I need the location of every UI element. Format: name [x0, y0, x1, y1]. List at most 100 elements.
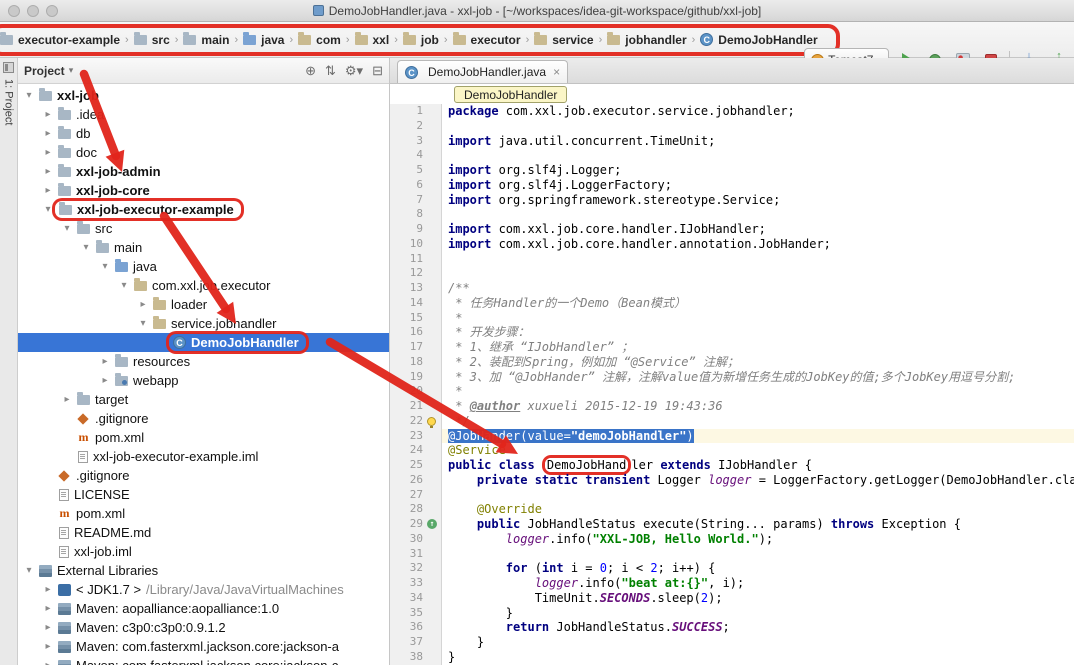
file-breadcrumb-chip[interactable]: DemoJobHandler [454, 86, 567, 103]
code-line-33[interactable]: 33 logger.info("beat at:{}", i); [390, 576, 1074, 591]
tree-toggle-icon[interactable]: ▸ [41, 147, 55, 158]
code-line-28[interactable]: 28 @Override [390, 502, 1074, 517]
zoom-window-button[interactable] [46, 5, 58, 17]
tree-item-maven-com-fasterxml-jackson-core-jackson-a[interactable]: ▸Maven: com.fasterxml.jackson.core:jacks… [18, 637, 389, 656]
close-icon[interactable]: × [551, 65, 560, 79]
tree-item-idea[interactable]: ▸.idea [18, 105, 389, 124]
code-line-7[interactable]: 7import org.springframework.stereotype.S… [390, 193, 1074, 208]
code-line-19[interactable]: 19 * 3、加 “@JobHander” 注解，注解value值为新增任务生成… [390, 370, 1074, 385]
tree-item-java[interactable]: ▾java [18, 257, 389, 276]
code-line-30[interactable]: 30 logger.info("XXL-JOB, Hello World."); [390, 532, 1074, 547]
tree-toggle-icon[interactable]: ▾ [60, 223, 74, 234]
gutter[interactable]: 16 [390, 325, 442, 340]
gutter[interactable]: 35 [390, 606, 442, 621]
code-line-2[interactable]: 2 [390, 119, 1074, 134]
code-line-3[interactable]: 3import java.util.concurrent.TimeUnit; [390, 134, 1074, 149]
breadcrumb-item-job[interactable]: job [401, 32, 441, 48]
tree-item-main[interactable]: ▾main [18, 238, 389, 257]
code-line-13[interactable]: 13/** [390, 281, 1074, 296]
breadcrumb-item-demojobhandler[interactable]: CDemoJobHandler [698, 32, 819, 48]
gutter[interactable]: 22 [390, 414, 442, 429]
gutter[interactable]: 31 [390, 547, 442, 562]
gutter[interactable]: 14 [390, 296, 442, 311]
window-controls[interactable] [8, 5, 58, 17]
code-line-29[interactable]: 29↑ public JobHandleStatus execute(Strin… [390, 517, 1074, 532]
project-view-selector[interactable]: Project [24, 64, 65, 78]
gutter[interactable]: 17 [390, 340, 442, 355]
tree-toggle-icon[interactable]: ▸ [41, 641, 55, 652]
code-line-32[interactable]: 32 for (int i = 0; i < 2; i++) { [390, 561, 1074, 576]
tree-toggle-icon[interactable]: ▸ [136, 299, 150, 310]
tree-toggle-icon[interactable]: ▸ [41, 128, 55, 139]
tree-toggle-icon[interactable]: ▸ [41, 584, 55, 595]
tree-toggle-icon[interactable]: ▾ [22, 565, 36, 576]
tree-item-com-xxl-job-executor[interactable]: ▾com.xxl.job.executor [18, 276, 389, 295]
code-line-12[interactable]: 12 [390, 266, 1074, 281]
code-line-15[interactable]: 15 * [390, 311, 1074, 326]
tree-item-service-jobhandler[interactable]: ▾service.jobhandler [18, 314, 389, 333]
tree-item-target[interactable]: ▸target [18, 390, 389, 409]
tree-item-db[interactable]: ▸db [18, 124, 389, 143]
code-line-36[interactable]: 36 return JobHandleStatus.SUCCESS; [390, 620, 1074, 635]
code-line-21[interactable]: 21 * @author xuxueli 2015-12-19 19:43:36 [390, 399, 1074, 414]
code-line-35[interactable]: 35 } [390, 606, 1074, 621]
gutter[interactable]: 3 [390, 134, 442, 149]
code-line-6[interactable]: 6import org.slf4j.LoggerFactory; [390, 178, 1074, 193]
tree-toggle-icon[interactable]: ▸ [41, 185, 55, 196]
gutter[interactable]: 10 [390, 237, 442, 252]
tree-item-pom-xml[interactable]: mpom.xml [18, 428, 389, 447]
gutter[interactable]: 30 [390, 532, 442, 547]
tree-toggle-icon[interactable]: ▸ [98, 356, 112, 367]
code-line-22[interactable]: 22 */ [390, 414, 1074, 429]
breadcrumb-item-src[interactable]: src [132, 32, 172, 48]
code-line-26[interactable]: 26 private static transient Logger logge… [390, 473, 1074, 488]
code-line-14[interactable]: 14 * 任务Handler的一个Demo（Bean模式） [390, 296, 1074, 311]
gutter[interactable]: 21 [390, 399, 442, 414]
project-tool-window-button[interactable]: 1: Project [3, 79, 15, 125]
code-line-18[interactable]: 18 * 2、装配到Spring，例如加 “@Service” 注解； [390, 355, 1074, 370]
gutter[interactable]: 18 [390, 355, 442, 370]
code-line-9[interactable]: 9import com.xxl.job.core.handler.IJobHan… [390, 222, 1074, 237]
tree-item-maven-com-fasterxml-jackson-core-jackson-c[interactable]: ▸Maven: com.fasterxml.jackson.core:jacks… [18, 656, 389, 665]
breadcrumb-item-executor-example[interactable]: executor-example [0, 32, 122, 48]
tree-item-xxl-job-executor-example-iml[interactable]: xxl-job-executor-example.iml [18, 447, 389, 466]
tree-item-xxl-job-iml[interactable]: xxl-job.iml [18, 542, 389, 561]
breadcrumb-item-service[interactable]: service [532, 32, 595, 48]
code-line-17[interactable]: 17 * 1、继承 “IJobHandler” ； [390, 340, 1074, 355]
tree-item-xxl-job-admin[interactable]: ▸xxl-job-admin [18, 162, 389, 181]
override-marker-icon[interactable]: ↑ [427, 519, 437, 529]
gutter[interactable]: 6 [390, 178, 442, 193]
code-line-25[interactable]: 25public class DemoJobHandler extends IJ… [390, 458, 1074, 473]
gutter[interactable]: 9 [390, 222, 442, 237]
gutter[interactable]: 29↑ [390, 517, 442, 532]
tree-toggle-icon[interactable]: ▸ [41, 603, 55, 614]
gutter[interactable]: 33 [390, 576, 442, 591]
tree-toggle-icon[interactable]: ▾ [136, 318, 150, 329]
code-line-34[interactable]: 34 TimeUnit.SECONDS.sleep(2); [390, 591, 1074, 606]
locate-file-button[interactable]: ⊕ [305, 63, 316, 79]
minimize-window-button[interactable] [27, 5, 39, 17]
tree-item-pom-xml[interactable]: mpom.xml [18, 504, 389, 523]
breadcrumb-item-executor[interactable]: executor [451, 32, 523, 48]
code-line-10[interactable]: 10import com.xxl.job.core.handler.annota… [390, 237, 1074, 252]
gutter[interactable]: 19 [390, 370, 442, 385]
gutter[interactable]: 8 [390, 207, 442, 222]
tree-item-xxl-job-core[interactable]: ▸xxl-job-core [18, 181, 389, 200]
gutter[interactable]: 37 [390, 635, 442, 650]
close-window-button[interactable] [8, 5, 20, 17]
code-editor[interactable]: 1package com.xxl.job.executor.service.jo… [390, 104, 1074, 665]
code-line-23[interactable]: 23@JobHander(value="demoJobHandler") [390, 429, 1074, 444]
breadcrumb-item-com[interactable]: com [296, 32, 343, 48]
tree-item-xxl-job[interactable]: ▾xxl-job [18, 86, 389, 105]
tree-item-src[interactable]: ▾src [18, 219, 389, 238]
tree-toggle-icon[interactable]: ▸ [60, 394, 74, 405]
tree-item-resources[interactable]: ▸resources [18, 352, 389, 371]
tree-toggle-icon[interactable]: ▸ [41, 166, 55, 177]
gutter[interactable]: 24 [390, 443, 442, 458]
tree-toggle-icon[interactable]: ▸ [98, 375, 112, 386]
gutter[interactable]: 27 [390, 488, 442, 503]
tree-item-doc[interactable]: ▸doc [18, 143, 389, 162]
gutter[interactable]: 13 [390, 281, 442, 296]
code-line-24[interactable]: 24@Service [390, 443, 1074, 458]
tree-item-gitignore[interactable]: .gitignore [18, 466, 389, 485]
